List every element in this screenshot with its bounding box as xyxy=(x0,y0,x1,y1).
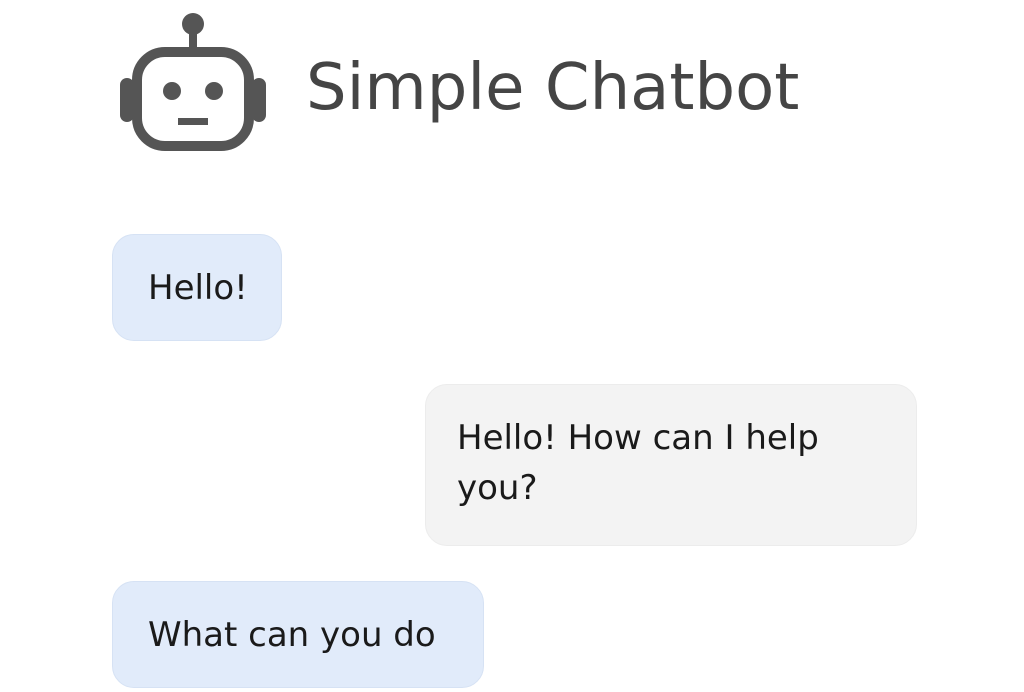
app-title: Simple Chatbot xyxy=(306,50,800,125)
user-message: Hello! xyxy=(112,234,282,341)
user-message: What can you do xyxy=(112,581,484,688)
robot-icon xyxy=(120,13,266,151)
app-header: Simple Chatbot xyxy=(118,12,799,157)
bot-message: Hello! How can I help you? xyxy=(425,384,917,546)
